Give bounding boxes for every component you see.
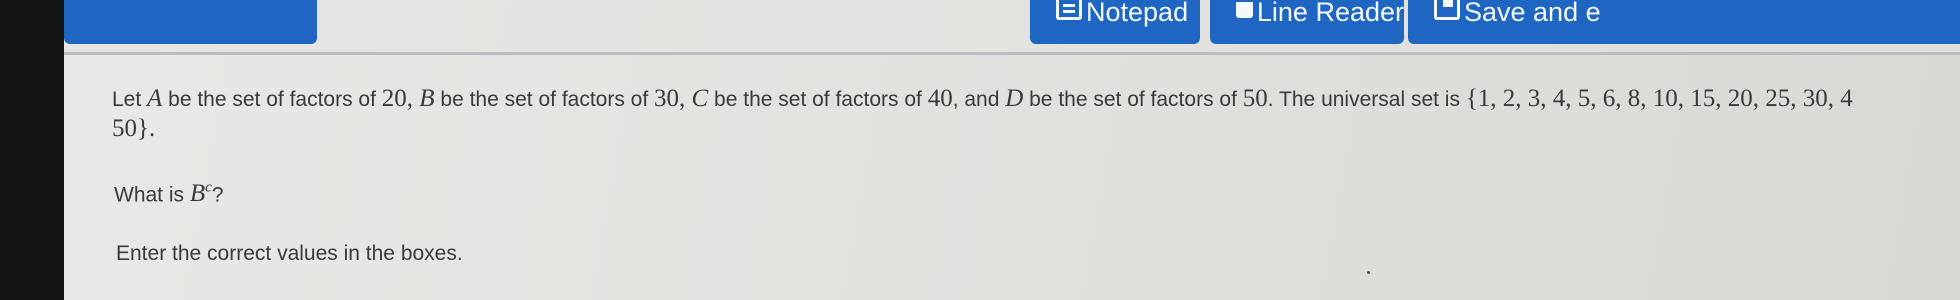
number-30: 30 [654,85,680,112]
stem-text: . The universal set is [1267,88,1466,111]
comma: , [406,85,420,112]
previous-button[interactable] [64,0,317,44]
toolbar: Notepad Line Reader Save and e [64,0,1960,55]
question-content: Let A be the set of factors of 20, B be … [64,56,1960,300]
stem-text: be the set of factors of [1023,88,1243,111]
universal-set-continued: 50}. [112,115,156,142]
number-50: 50 [1242,85,1268,112]
instruction-text: Enter the correct values in the boxes. [116,242,463,265]
set-b-variable: B [419,85,434,112]
complement-superscript: c [205,180,212,196]
set-c-variable: C [692,85,709,112]
question-prompt: What is Bc? [114,180,224,208]
var-c: C [691,85,709,112]
stem-text: , and [952,88,1006,111]
mouse-cursor-dot [1367,271,1370,274]
screen: Notepad Line Reader Save and e Let A be … [0,0,1960,300]
var-d: D [1005,85,1024,112]
line-reader-button[interactable]: Line Reader [1210,0,1404,44]
stem-text: Let [112,88,148,111]
question-stem: Let A be the set of factors of 20, B be … [112,84,1960,143]
save-and-exit-button[interactable]: Save and e [1408,0,1960,44]
save-icon [1434,0,1460,20]
notepad-label: Notepad [1086,0,1189,27]
monitor-bezel [0,0,64,300]
question-mark: ? [211,183,224,207]
var-b: B [189,180,206,208]
set-d-variable: D [1005,85,1023,112]
number-40: 40 [927,85,953,112]
notepad-icon [1056,0,1082,20]
stem-text: be the set of factors of [162,88,382,111]
number-20: 20 [381,85,407,112]
line-reader-label: Line Reader [1256,0,1404,27]
b-complement: Bc [190,180,212,207]
line-reader-icon [1236,2,1253,18]
var-a: A [147,85,163,112]
save-and-exit-label: Save and e [1464,0,1601,27]
test-app-window: Notepad Line Reader Save and e Let A be … [64,0,1960,300]
comma: , [679,85,692,112]
var-b: B [419,85,435,112]
notepad-button[interactable]: Notepad [1030,0,1200,44]
set-a-variable: A [147,85,162,112]
universal-set: {1, 2, 3, 4, 5, 6, 8, 10, 15, 20, 25, 30… [1465,85,1853,112]
stem-text: be the set of factors of [434,88,655,111]
stem-text: be the set of factors of [708,88,928,111]
prompt-text: What is [114,183,190,207]
